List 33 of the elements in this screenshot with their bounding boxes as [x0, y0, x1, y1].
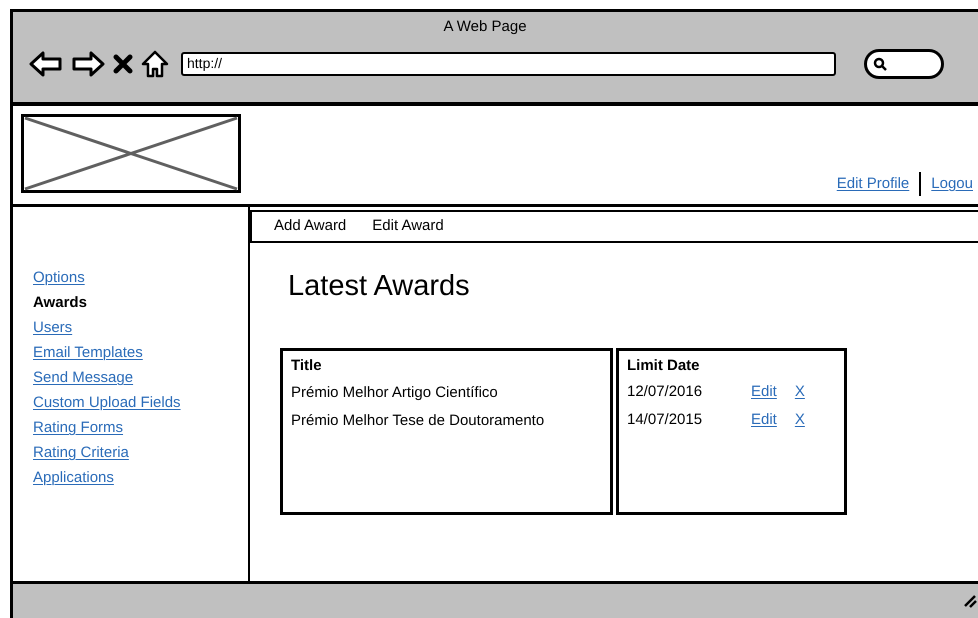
action-link[interactable]: X [794, 409, 805, 432]
sidebar-link[interactable]: Email Templates [33, 344, 143, 362]
menu-item[interactable]: Add Award [274, 215, 346, 238]
sidebar-link[interactable]: Applications [33, 469, 114, 487]
home-icon[interactable] [141, 50, 169, 78]
back-arrow-icon[interactable] [29, 50, 63, 76]
sidebar-link[interactable]: Rating Criteria [33, 444, 129, 462]
column-header: Limit Date [627, 356, 701, 376]
table-cell-text: Prémio Melhor Tese de Doutoramento [291, 410, 546, 430]
column-header: Title [291, 356, 323, 376]
address-field[interactable]: http:// [181, 52, 836, 76]
sidebar-link[interactable]: Send Message [33, 369, 134, 387]
menu-item[interactable]: Edit Award [372, 215, 444, 238]
search-field[interactable] [864, 48, 944, 78]
window-title: A Web Page [443, 17, 528, 37]
sidebar-link[interactable]: Awards [33, 294, 87, 312]
sidebar-link[interactable]: Custom Upload Fields [33, 394, 181, 412]
resize-grip-icon [963, 594, 977, 608]
search-icon [873, 56, 887, 70]
page-heading: Latest Awards [288, 269, 470, 304]
table-cell-text: 12/07/2016 [627, 382, 704, 402]
close-icon[interactable] [113, 54, 133, 74]
forward-arrow-icon[interactable] [71, 50, 105, 76]
header-link[interactable]: Edit Profile [836, 172, 910, 196]
sidebar-link[interactable]: Users [33, 319, 72, 337]
table-cell-text: 14/07/2015 [627, 410, 704, 430]
action-link[interactable]: Edit [751, 409, 777, 432]
action-link[interactable]: X [794, 381, 805, 404]
sidebar-link[interactable]: Options [33, 269, 85, 287]
sidebar-link[interactable]: Rating Forms [33, 419, 124, 437]
action-link[interactable]: Edit [751, 381, 777, 404]
header-link[interactable]: Logou [931, 172, 973, 196]
table-cell-text: Prémio Melhor Artigo Científico [291, 382, 499, 402]
